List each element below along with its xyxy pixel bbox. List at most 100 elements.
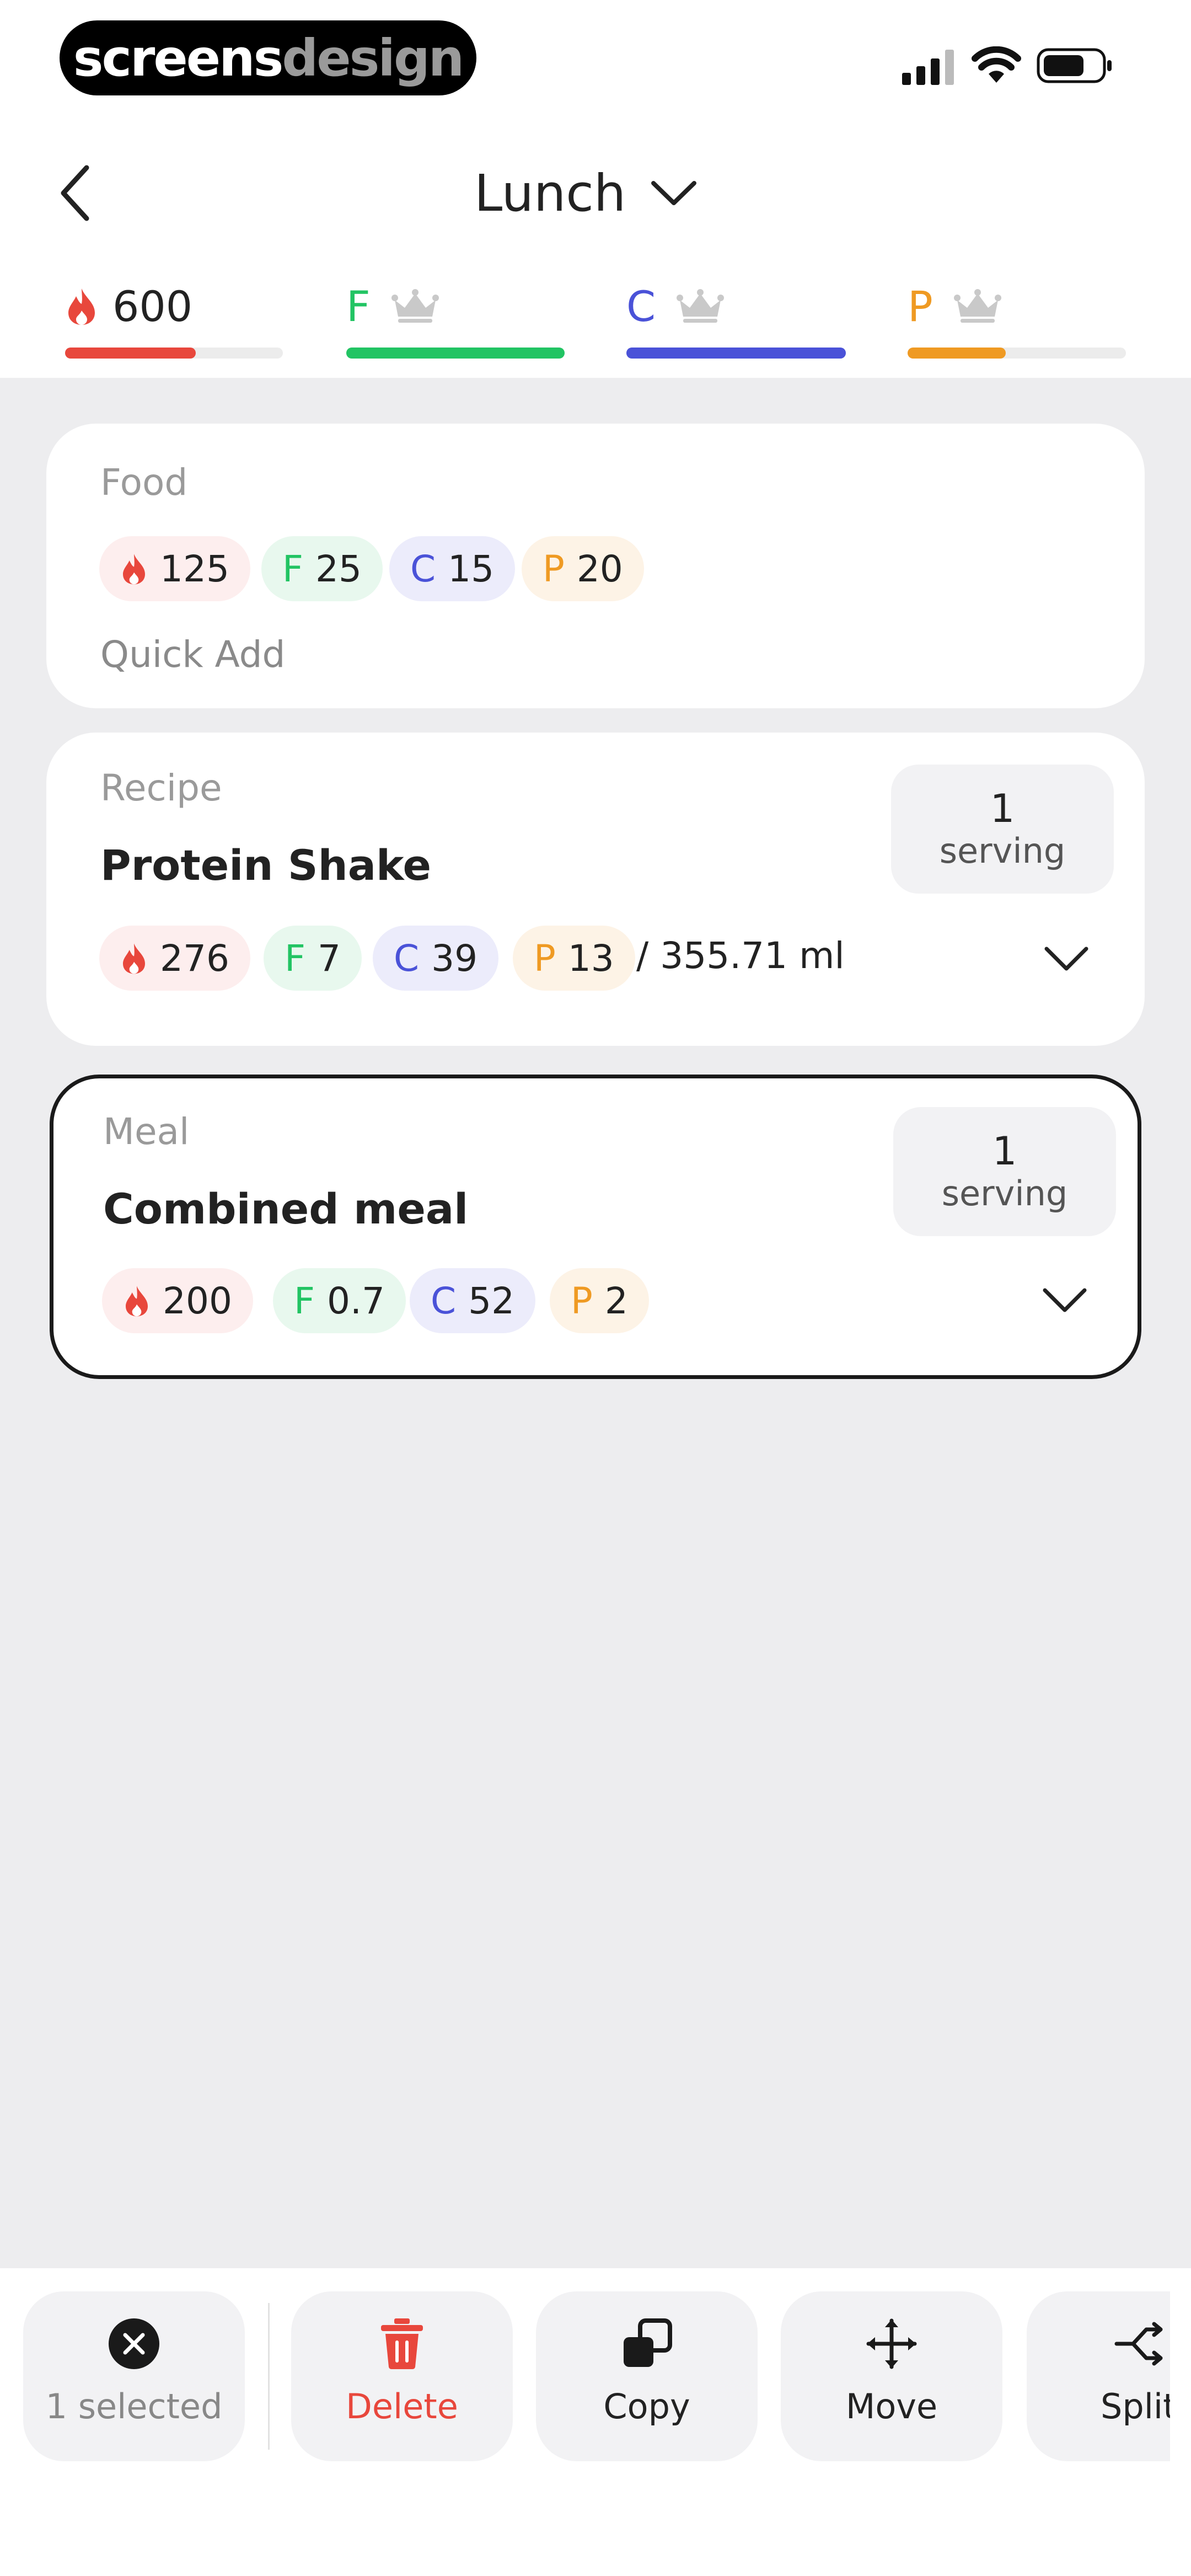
- crown-icon: [677, 289, 725, 323]
- move-button[interactable]: Move: [781, 2291, 1002, 2461]
- move-label: Move: [845, 2386, 938, 2427]
- entry-title: Protein Shake: [100, 841, 432, 890]
- fat-letter: F: [346, 281, 371, 331]
- carbs-progress: [626, 348, 846, 359]
- signal-icon: [902, 50, 954, 85]
- brand-part-2: design: [282, 28, 464, 88]
- food-entry-card[interactable]: Food 125 F 25 C 15 P 20 Quick Add: [46, 424, 1145, 708]
- move-icon: [866, 2318, 917, 2369]
- calorie-pill: 125: [99, 536, 250, 601]
- meal-entry-card-selected[interactable]: Meal Combined meal 1 serving 200 F 0.7 C…: [50, 1075, 1141, 1379]
- fat-value: 7: [317, 937, 341, 980]
- copy-label: Copy: [603, 2386, 690, 2427]
- protein-letter: P: [543, 547, 565, 590]
- flame-icon: [123, 554, 145, 585]
- fat-value: 0.7: [326, 1279, 385, 1322]
- protein-letter: P: [908, 281, 933, 331]
- serving-count: 1: [990, 785, 1015, 831]
- fat-letter: F: [294, 1279, 315, 1322]
- carbs-value: 39: [431, 937, 478, 980]
- calorie-total: 600: [112, 281, 193, 331]
- entry-type-label: Food: [100, 461, 188, 504]
- calorie-progress: [65, 348, 283, 359]
- meal-selector[interactable]: Lunch: [474, 157, 699, 229]
- copy-icon: [624, 2318, 672, 2367]
- back-arrow-icon[interactable]: [52, 160, 102, 226]
- brand-part-1: screens: [73, 28, 284, 88]
- serving-unit: serving: [939, 831, 1066, 872]
- flame-icon: [126, 1286, 148, 1317]
- carbs-value: 52: [468, 1279, 515, 1322]
- carbs-pill: C 15: [389, 536, 516, 601]
- page-title: Lunch: [474, 163, 626, 223]
- protein-progress: [908, 348, 1126, 359]
- protein-value: 20: [576, 547, 623, 590]
- fat-progress: [346, 348, 565, 359]
- carbs-letter: C: [431, 1279, 457, 1322]
- carbs-progress-fill: [626, 348, 846, 359]
- calorie-value: 276: [160, 937, 229, 980]
- chevron-down-icon: [651, 181, 697, 205]
- fat-letter: F: [285, 937, 305, 980]
- protein-pill: P 20: [522, 536, 644, 601]
- entry-type-label: Meal: [103, 1110, 190, 1153]
- fat-summary: F: [346, 279, 439, 334]
- crown-icon: [953, 289, 1001, 323]
- carbs-letter: C: [410, 547, 436, 590]
- screensdesign-logo: screens design: [60, 20, 476, 95]
- carbs-pill: C 39: [373, 926, 499, 991]
- serving-count: 1: [992, 1128, 1017, 1174]
- chevron-down-icon[interactable]: [1043, 944, 1090, 974]
- calorie-progress-fill: [65, 348, 196, 359]
- serving-selector[interactable]: 1 serving: [893, 1107, 1116, 1236]
- recipe-entry-card[interactable]: Recipe Protein Shake 1 serving 276 F 7 C…: [46, 733, 1145, 1046]
- serving-selector[interactable]: 1 serving: [891, 765, 1114, 894]
- carbs-letter: C: [626, 281, 656, 331]
- carbs-letter: C: [394, 937, 420, 980]
- protein-letter: P: [534, 937, 556, 980]
- trash-icon: [381, 2318, 423, 2369]
- close-circle-icon: [109, 2318, 159, 2369]
- calorie-value: 200: [163, 1279, 232, 1322]
- carbs-summary: C: [626, 279, 725, 334]
- protein-letter: P: [571, 1279, 593, 1322]
- split-button[interactable]: Split: [1027, 2291, 1170, 2461]
- protein-summary: P: [908, 279, 1001, 334]
- split-label: Split: [1101, 2386, 1170, 2427]
- protein-pill: P 2: [550, 1268, 649, 1333]
- flame-icon: [68, 288, 95, 325]
- crown-icon: [391, 289, 439, 323]
- fat-pill: F 0.7: [273, 1268, 406, 1333]
- fat-value: 25: [315, 547, 362, 590]
- delete-button[interactable]: Delete: [291, 2291, 513, 2461]
- carbs-pill: C 52: [410, 1268, 536, 1333]
- split-icon: [1114, 2322, 1163, 2366]
- fat-letter: F: [282, 547, 303, 590]
- protein-value: 13: [567, 937, 614, 980]
- deselect-button[interactable]: 1 selected: [23, 2291, 245, 2461]
- fat-pill: F 7: [264, 926, 362, 991]
- wifi-icon: [972, 46, 1021, 83]
- delete-label: Delete: [346, 2386, 458, 2427]
- fat-progress-fill: [346, 348, 565, 359]
- protein-progress-fill: [908, 348, 1006, 359]
- chevron-down-icon[interactable]: [1042, 1286, 1088, 1316]
- battery-icon: [1037, 48, 1112, 83]
- quick-add-label: Quick Add: [100, 633, 286, 676]
- copy-button[interactable]: Copy: [536, 2291, 758, 2461]
- calorie-pill: 200: [102, 1268, 253, 1333]
- calorie-summary: 600: [65, 279, 192, 334]
- entry-type-label: Recipe: [100, 767, 222, 809]
- protein-value: 2: [604, 1279, 628, 1322]
- flame-icon: [123, 943, 145, 974]
- calorie-pill: 276: [99, 926, 250, 991]
- serving-unit: serving: [941, 1173, 1068, 1214]
- fat-pill: F 25: [261, 536, 383, 601]
- carbs-value: 15: [448, 547, 495, 590]
- calorie-value: 125: [160, 547, 229, 590]
- divider: [268, 2303, 270, 2450]
- entry-title: Combined meal: [103, 1184, 469, 1233]
- selected-count: 1 selected: [45, 2386, 223, 2427]
- protein-pill: P 13: [513, 926, 635, 991]
- recipe-volume: / 355.71 ml: [636, 934, 845, 977]
